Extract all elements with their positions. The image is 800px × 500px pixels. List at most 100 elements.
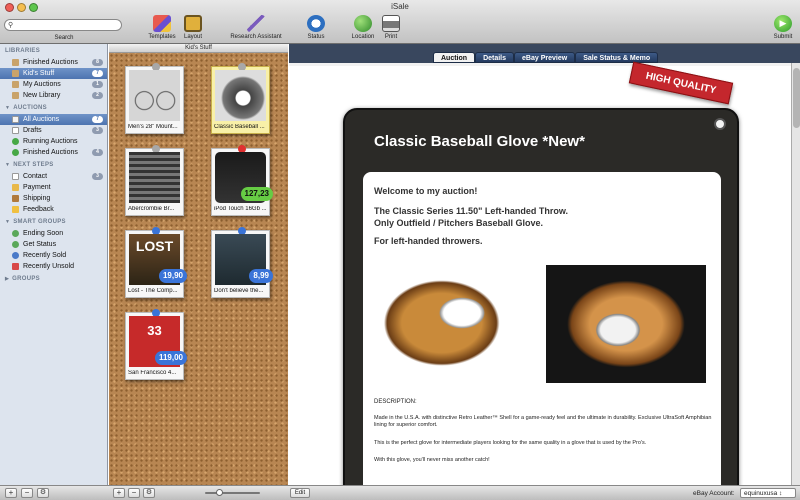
sidebar-item-label: My Auctions — [23, 81, 61, 88]
tab-details[interactable]: Details — [475, 52, 515, 63]
listing-body: Welcome to my auction! The Classic Serie… — [363, 172, 721, 485]
gear-icon[interactable]: ⚙ — [37, 488, 49, 498]
sidebar-item-shipping[interactable]: Shipping — [0, 193, 107, 204]
auction-card[interactable]: 127,23 iPod Touch 16Gb ... — [211, 145, 273, 216]
research-assistant-label: Research Assistant — [230, 34, 282, 40]
auction-card[interactable]: 33 119,00 San Francisco 4... — [125, 309, 187, 380]
count-badge: 3 — [92, 127, 103, 134]
running-icon — [12, 138, 19, 145]
price-badge: 119,00 — [154, 351, 187, 365]
sidebar-item-label: Payment — [23, 184, 51, 191]
sidebar-item-label: Drafts — [23, 127, 42, 134]
remove-library-button[interactable]: − — [21, 488, 33, 498]
ebay-account-label: eBay Account: — [693, 490, 735, 497]
library-icon — [12, 81, 19, 88]
status-button[interactable]: Status — [302, 15, 330, 40]
sidebar-item-running-auctions[interactable]: Running Auctions — [0, 136, 107, 147]
templates-label: Templates — [148, 34, 176, 40]
print-button[interactable]: Print — [380, 15, 402, 40]
envelope-icon — [12, 173, 19, 180]
groups-header[interactable]: ▶ GROUPS — [0, 274, 107, 285]
smart-groups-header[interactable]: ▼ SMART GROUPS — [0, 217, 107, 228]
count-badge: 7 — [92, 70, 103, 77]
submit-button[interactable]: ▶ Submit — [770, 15, 796, 40]
templates-button[interactable]: Templates — [146, 15, 178, 40]
description-heading: DESCRIPTION: — [374, 399, 417, 405]
description-paragraph-2: This is the perfect glove for intermedia… — [374, 440, 647, 446]
auction-card[interactable]: LOST 19,90 Lost - The Comp... — [125, 227, 187, 298]
editor-area: Auction Details eBay Preview Sale Status… — [289, 44, 800, 485]
ebay-account-select[interactable]: equinuxusa ↕ — [740, 488, 796, 498]
print-label: Print — [384, 34, 398, 40]
sidebar-item-drafts[interactable]: Drafts 3 — [0, 125, 107, 136]
add-auction-button[interactable]: + — [113, 488, 125, 498]
sidebar-item-get-status[interactable]: Get Status — [0, 239, 107, 250]
sidebar-item-label: Kid's Stuff — [23, 70, 55, 77]
count-badge: 2 — [92, 92, 103, 99]
search-label: Search — [54, 35, 74, 41]
submit-label: Submit — [773, 34, 793, 40]
card-label: Lost - The Comp... — [128, 288, 178, 294]
refresh-icon — [307, 15, 325, 32]
sidebar-item-kids-stuff[interactable]: Kid's Stuff 7 — [0, 68, 107, 79]
sidebar-item-recently-unsold[interactable]: Recently Unsold — [0, 261, 107, 272]
sidebar-item-label: Finished Auctions — [23, 149, 78, 156]
card-label: Don't believe the... — [214, 288, 264, 294]
research-assistant-button[interactable]: Research Assistant — [226, 15, 286, 40]
layout-button[interactable]: Layout — [180, 15, 206, 40]
auction-card[interactable]: 8,99 Don't believe the... — [211, 227, 273, 298]
search-input[interactable] — [4, 19, 122, 31]
sidebar-item-contact[interactable]: Contact 3 — [0, 171, 107, 182]
gear-icon[interactable]: ⚙ — [143, 488, 155, 498]
star-icon — [12, 206, 19, 213]
add-library-button[interactable]: + — [5, 488, 17, 498]
printer-icon — [382, 15, 400, 32]
tab-ebay-preview[interactable]: eBay Preview — [514, 52, 576, 63]
sidebar: LIBRARIES Finished Auctions 8 Kid's Stuff… — [0, 44, 108, 485]
sidebar-item-recently-sold[interactable]: Recently Sold — [0, 250, 107, 261]
listing-preview: Classic Baseball Glove *New* Welcome to … — [289, 61, 791, 485]
auction-card[interactable]: Abercrombie Br... — [125, 145, 184, 216]
jersey-number: 33 — [147, 323, 162, 338]
sidebar-item-label: Finished Auctions — [23, 59, 78, 66]
zoom-slider-knob[interactable] — [216, 489, 223, 496]
globe-icon — [354, 15, 372, 32]
count-badge: 3 — [92, 173, 103, 180]
location-button[interactable]: Location — [348, 15, 378, 40]
sidebar-item-feedback[interactable]: Feedback — [0, 204, 107, 215]
play-icon: ▶ — [774, 15, 792, 32]
tab-auction[interactable]: Auction — [433, 52, 476, 63]
count-badge: 8 — [92, 59, 103, 66]
box-icon — [12, 195, 19, 202]
libraries-header[interactable]: LIBRARIES — [0, 46, 107, 57]
high-quality-badge: HIGH QUALITY — [628, 61, 734, 105]
edit-button[interactable]: Edit — [290, 488, 310, 498]
auctions-header[interactable]: ▼ AUCTIONS — [0, 103, 107, 114]
sidebar-item-ending-soon[interactable]: Ending Soon — [0, 228, 107, 239]
sidebar-item-finished-auctions-2[interactable]: Finished Auctions 4 — [0, 147, 107, 158]
sidebar-item-finished-auctions[interactable]: Finished Auctions 8 — [0, 57, 107, 68]
zoom-slider[interactable] — [205, 492, 260, 494]
next-steps-header[interactable]: ▼ NEXT STEPS — [0, 160, 107, 171]
sidebar-item-new-library[interactable]: New Library 2 — [0, 90, 107, 101]
isale-window: iSale ⚲ Search Templates Layout Research… — [0, 0, 800, 500]
sidebar-item-my-auctions[interactable]: My Auctions 1 — [0, 79, 107, 90]
tab-bar: Auction Details eBay Preview Sale Status… — [433, 52, 659, 63]
disclosure-triangle-icon: ▼ — [5, 162, 11, 168]
product-line-2: Only Outfield / Pitchers Baseball Glove. — [374, 218, 544, 228]
scrollbar-thumb[interactable] — [793, 68, 800, 128]
count-badge: 1 — [92, 81, 103, 88]
description-paragraph-1: Made in the U.S.A. with distinctive Retr… — [374, 415, 712, 428]
sidebar-item-label: Running Auctions — [23, 138, 78, 145]
auction-card[interactable]: Men's 28" Mount... — [125, 63, 184, 134]
tab-sale-status-memo[interactable]: Sale Status & Memo — [575, 52, 659, 63]
search-icon: ⚲ — [8, 22, 14, 29]
vertical-scrollbar[interactable] — [791, 63, 800, 485]
groups-label: GROUPS — [12, 276, 40, 282]
sidebar-item-all-auctions[interactable]: All Auctions 7 — [0, 114, 107, 125]
status-label: Status — [307, 34, 325, 40]
remove-auction-button[interactable]: − — [128, 488, 140, 498]
toolbar: iSale ⚲ Search Templates Layout Research… — [0, 0, 800, 44]
auction-card-selected[interactable]: Classic Baseball ... — [211, 63, 270, 134]
sidebar-item-payment[interactable]: Payment — [0, 182, 107, 193]
